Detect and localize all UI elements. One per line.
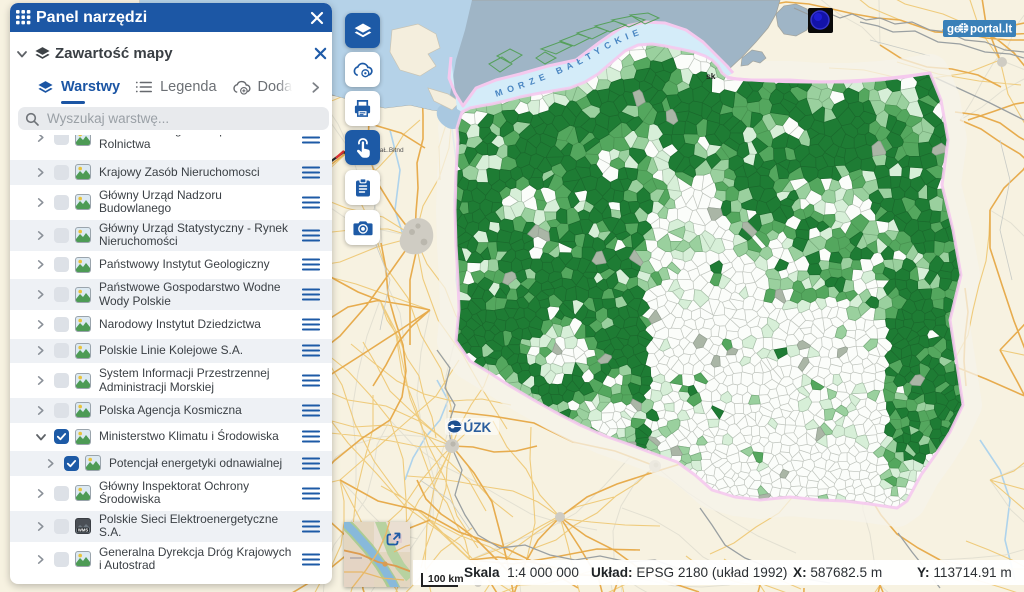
svg-text:ge: ge [947, 24, 960, 36]
svg-text:sk: sk [706, 71, 716, 81]
svg-text:taŁ.Błtnd: taŁ.Błtnd [378, 147, 404, 154]
svg-text:portal.lt: portal.lt [970, 24, 1012, 36]
svg-text:WMS: WMS [78, 528, 88, 533]
svg-text:ÚZK: ÚZK [464, 420, 492, 435]
